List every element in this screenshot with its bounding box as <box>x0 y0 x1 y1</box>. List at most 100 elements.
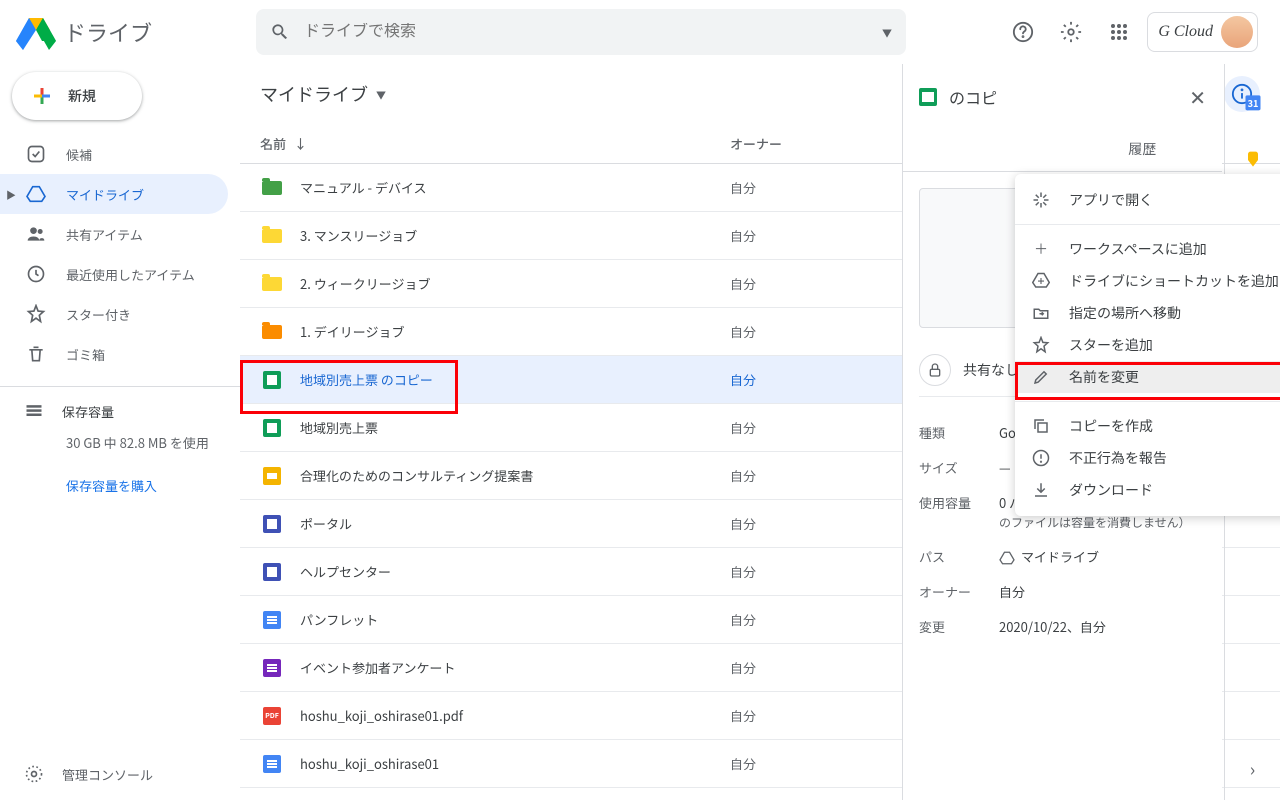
nav-label: マイドライブ <box>66 185 144 204</box>
new-button-label: 新規 <box>68 86 96 106</box>
new-button[interactable]: 新規 <box>12 72 142 120</box>
ctx-rename[interactable]: 名前を変更 <box>1015 361 1280 393</box>
lock-icon <box>919 354 951 386</box>
collapse-rail[interactable]: › <box>1250 756 1255 782</box>
nav-mydrive[interactable]: ▶ マイドライブ <box>0 174 228 214</box>
tab-history[interactable]: 履歴 <box>1063 129 1223 171</box>
doc-icon <box>260 755 284 773</box>
buy-storage-link[interactable]: 保存容量を購入 <box>66 476 240 495</box>
plus-icon: ＋ <box>1031 239 1051 259</box>
sheet-icon <box>919 88 939 106</box>
column-owner[interactable]: オーナー <box>730 134 850 153</box>
star-icon <box>24 304 48 324</box>
ctx-label: 指定の場所へ移動 <box>1069 303 1181 323</box>
header-actions: G Cloud <box>1003 12 1264 52</box>
file-owner: 自分 <box>730 706 756 725</box>
ctx-add-workspace[interactable]: ＋ワークスペースに追加› <box>1015 233 1280 265</box>
ctx-move-to[interactable]: 指定の場所へ移動 <box>1015 297 1280 329</box>
ctx-label: ドライブにショートカットを追加 <box>1069 271 1279 291</box>
file-owner: 自分 <box>730 178 756 197</box>
nav-admin[interactable]: 管理コンソール <box>24 764 153 784</box>
trash-icon <box>24 344 48 364</box>
meta-value[interactable]: マイドライブ <box>999 547 1206 566</box>
file-name: 2. ウィークリージョブ <box>300 274 730 293</box>
separator <box>1015 224 1280 225</box>
ctx-label: 名前を変更 <box>1069 367 1139 387</box>
close-button[interactable]: ✕ <box>1189 82 1206 111</box>
meta-label: 種類 <box>919 423 999 442</box>
nav-label: 候補 <box>66 145 92 164</box>
file-owner: 自分 <box>730 466 756 485</box>
search-icon <box>270 22 290 42</box>
header: ドライブ ▼ G Cloud <box>0 0 1280 64</box>
ctx-open-with[interactable]: アプリで開く› <box>1015 184 1280 216</box>
site-icon <box>260 563 284 581</box>
file-name: 合理化のためのコンサルティング提案書 <box>300 466 730 485</box>
file-owner: 自分 <box>730 754 756 773</box>
breadcrumb[interactable]: マイドライブ▼ <box>260 81 386 107</box>
nav-label: 保存容量 <box>62 402 114 421</box>
ctx-add-shortcut[interactable]: ドライブにショートカットを追加? <box>1015 265 1280 297</box>
check-icon <box>24 144 48 164</box>
nav-label: スター付き <box>66 305 131 324</box>
ctx-make-copy[interactable]: コピーを作成 <box>1015 410 1280 442</box>
calendar-addon[interactable]: 31 <box>1235 84 1271 120</box>
sheet-icon <box>260 371 284 389</box>
sidebar: 新規 候補 ▶ マイドライブ 共有アイテム 最近使用したアイテム スター付き ゴミ… <box>0 64 240 800</box>
ctx-label: アプリで開く <box>1069 190 1153 210</box>
help-icon[interactable] <box>1003 12 1043 52</box>
file-name: ポータル <box>300 514 730 533</box>
apps-icon[interactable] <box>1099 12 1139 52</box>
nav-starred[interactable]: スター付き <box>0 294 228 334</box>
sharing-label: 共有なし <box>963 360 1019 380</box>
file-name: マニュアル - デバイス <box>300 178 730 197</box>
meta-path-value: マイドライブ <box>1021 547 1099 566</box>
column-label: 名前 <box>260 134 286 153</box>
account-chip[interactable]: G Cloud <box>1147 12 1258 52</box>
file-name: パンフレット <box>300 610 730 629</box>
file-name: イベント参加者アンケート <box>300 658 730 677</box>
download-icon <box>1031 481 1051 499</box>
details-title: のコピ <box>949 85 997 109</box>
column-name[interactable]: 名前↓ <box>260 134 730 153</box>
file-name: 地域別売上票 <box>300 418 730 437</box>
ctx-download[interactable]: ダウンロード <box>1015 474 1280 506</box>
storage-usage: 30 GB 中 82.8 MB を使用 <box>66 433 240 452</box>
file-owner: 自分 <box>730 610 756 629</box>
ctx-report[interactable]: 不正行為を報告 <box>1015 442 1280 474</box>
nav-shared[interactable]: 共有アイテム <box>0 214 228 254</box>
keep-addon[interactable] <box>1235 142 1271 178</box>
people-icon <box>24 224 48 244</box>
search-box[interactable]: ▼ <box>256 9 906 55</box>
folder-icon <box>260 277 284 291</box>
file-name: hoshu_koji_oshirase01 <box>300 754 730 773</box>
file-name: 1. デイリージョブ <box>300 322 730 341</box>
file-name: hoshu_koji_oshirase01.pdf <box>300 706 730 725</box>
meta-value: 2020/10/22、自分 <box>999 617 1206 636</box>
meta-label: 使用容量 <box>919 493 999 531</box>
ctx-label: コピーを作成 <box>1069 416 1153 436</box>
meta-label: パス <box>919 547 999 566</box>
ctx-add-star[interactable]: スターを追加 <box>1015 329 1280 361</box>
file-name: 3. マンスリージョブ <box>300 226 730 245</box>
search-input[interactable] <box>304 23 882 41</box>
settings-icon[interactable] <box>1051 12 1091 52</box>
nav-trash[interactable]: ゴミ箱 <box>0 334 228 374</box>
nav-recent[interactable]: 最近使用したアイテム <box>0 254 228 294</box>
meta-value: 自分 <box>999 582 1206 601</box>
app-logo[interactable]: ドライブ <box>16 14 256 50</box>
nav-storage-link[interactable]: 保存容量 <box>24 401 240 421</box>
site-icon <box>260 515 284 533</box>
context-menu: アプリで開く› ＋ワークスペースに追加› ドライブにショートカットを追加? 指定… <box>1015 174 1280 516</box>
copy-icon <box>1031 417 1051 435</box>
pdf-icon: PDF <box>260 707 284 725</box>
chevron-right-icon: ▶ <box>6 187 16 202</box>
drive-logo-icon <box>16 14 56 50</box>
user-name: G Cloud <box>1158 23 1213 41</box>
file-owner: 自分 <box>730 418 756 437</box>
nav-priority[interactable]: 候補 <box>0 134 228 174</box>
avatar <box>1221 16 1253 48</box>
ctx-label: ワークスペースに追加 <box>1069 239 1207 259</box>
meta-label: オーナー <box>919 582 999 601</box>
warning-icon <box>1031 449 1051 467</box>
